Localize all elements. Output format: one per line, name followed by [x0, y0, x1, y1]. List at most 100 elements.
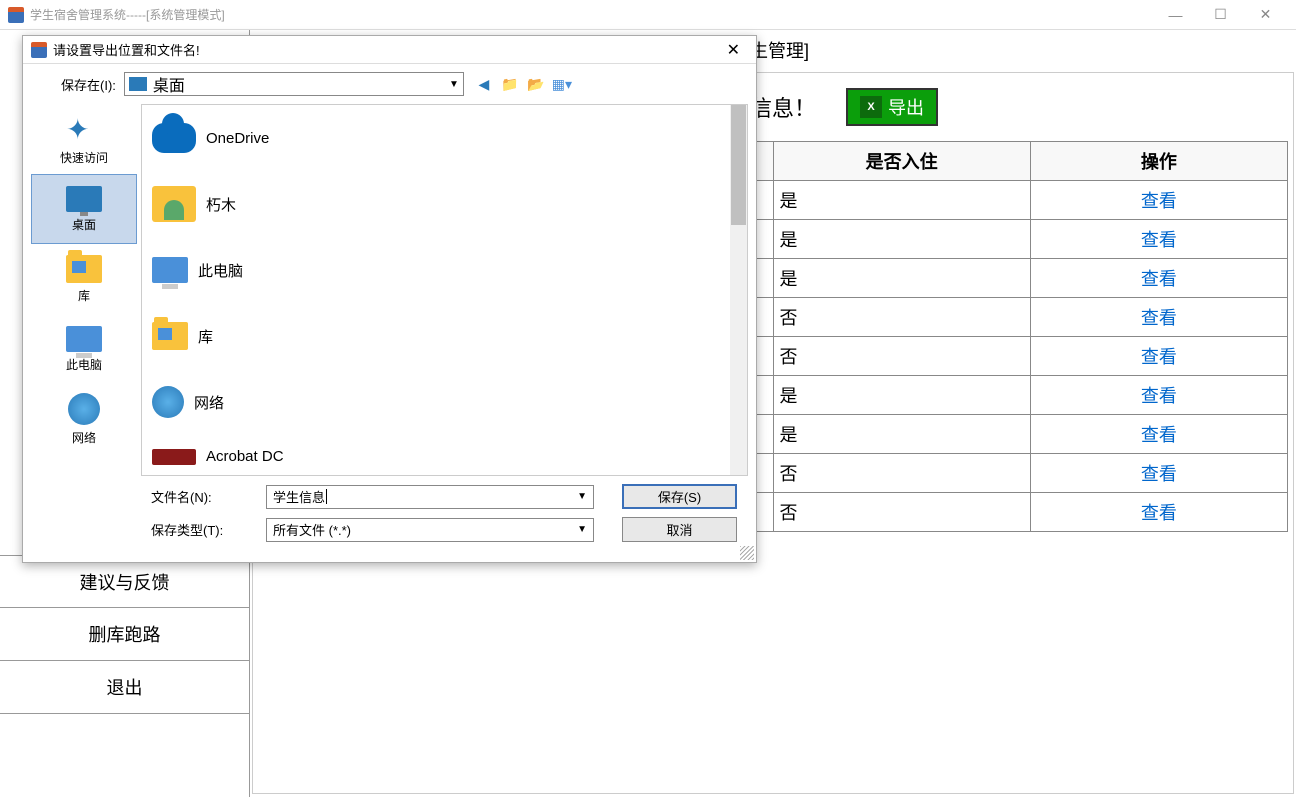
save-in-value: 桌面 — [153, 72, 185, 96]
file-item-onedrive[interactable]: OneDrive — [142, 105, 747, 171]
cell-checkedin: 是 — [773, 376, 1030, 415]
cell-action: 查看 — [1030, 220, 1287, 259]
place-libraries[interactable]: 库 — [31, 244, 137, 314]
view-link[interactable]: 查看 — [1141, 425, 1177, 445]
user-folder-icon — [152, 186, 196, 222]
save-dialog: 请设置导出位置和文件名! ✕ 保存在(I): 桌面 ▼ ◀ 📁 📂 ▦▾ ✦ 快… — [22, 35, 757, 563]
main-window-title: 学生宿舍管理系统-----[系统管理模式] — [30, 6, 225, 23]
pc-icon — [152, 257, 188, 283]
filename-input[interactable]: 学生信息 ▼ — [266, 485, 594, 509]
scrollbar-thumb[interactable] — [731, 105, 746, 225]
window-controls: — ☐ ✕ — [1153, 0, 1288, 30]
resize-grip[interactable] — [740, 546, 754, 560]
filetype-value: 所有文件 (*.*) — [273, 520, 351, 539]
desktop-icon — [129, 77, 147, 91]
col-checkedin: 是否入住 — [773, 142, 1030, 181]
java-icon — [31, 42, 47, 58]
file-item-acrobat[interactable]: Acrobat DC — [142, 435, 747, 465]
file-item-network[interactable]: 网络 — [142, 369, 747, 435]
main-titlebar: 学生宿舍管理系统-----[系统管理模式] — ☐ ✕ — [0, 0, 1296, 30]
dialog-titlebar: 请设置导出位置和文件名! ✕ — [23, 36, 756, 64]
file-name: OneDrive — [206, 130, 269, 147]
file-name: 网络 — [194, 392, 224, 413]
star-icon: ✦ — [66, 113, 102, 145]
scrollbar[interactable] — [730, 105, 747, 475]
save-button[interactable]: 保存(S) — [622, 484, 737, 509]
file-name: 此电脑 — [198, 260, 243, 281]
file-item-this-pc[interactable]: 此电脑 — [142, 237, 747, 303]
cell-checkedin: 否 — [773, 337, 1030, 376]
folder-icon — [152, 322, 188, 350]
filetype-label: 保存类型(T): — [151, 520, 266, 539]
col-action: 操作 — [1030, 142, 1287, 181]
view-link[interactable]: 查看 — [1141, 464, 1177, 484]
export-button-label: 导出 — [888, 94, 924, 120]
file-name: 库 — [198, 326, 213, 347]
view-link[interactable]: 查看 — [1141, 191, 1177, 211]
sidebar-item-exit[interactable]: 退出 — [0, 661, 249, 714]
filename-row: 文件名(N): 学生信息 ▼ 保存(S) — [151, 484, 744, 509]
view-link[interactable]: 查看 — [1141, 347, 1177, 367]
sidebar-item-drop-db[interactable]: 删库跑路 — [0, 608, 249, 661]
place-label: 库 — [78, 287, 90, 304]
cancel-button[interactable]: 取消 — [622, 517, 737, 542]
acrobat-icon — [152, 449, 196, 465]
dialog-body: 保存在(I): 桌面 ▼ ◀ 📁 📂 ▦▾ ✦ 快速访问 — [23, 64, 756, 562]
place-label: 桌面 — [72, 216, 96, 233]
content-title: 生管理] — [750, 37, 809, 63]
chevron-down-icon: ▼ — [577, 524, 587, 535]
file-item-user[interactable]: 朽木 — [142, 171, 747, 237]
file-name: 朽木 — [206, 194, 236, 215]
cell-action: 查看 — [1030, 181, 1287, 220]
view-link[interactable]: 查看 — [1141, 308, 1177, 328]
place-quick-access[interactable]: ✦ 快速访问 — [31, 104, 137, 174]
file-item-libraries[interactable]: 库 — [142, 303, 747, 369]
close-button[interactable]: ✕ — [1243, 0, 1288, 30]
cell-action: 查看 — [1030, 415, 1287, 454]
cell-checkedin: 是 — [773, 415, 1030, 454]
chevron-down-icon: ▼ — [577, 491, 587, 502]
export-button[interactable]: X 导出 — [846, 88, 938, 126]
file-name: Acrobat DC — [206, 448, 284, 465]
new-folder-icon[interactable]: 📂 — [526, 74, 546, 94]
filetype-combo[interactable]: 所有文件 (*.*) ▼ — [266, 518, 594, 542]
desktop-icon — [66, 186, 102, 212]
minimize-button[interactable]: — — [1153, 0, 1198, 30]
text-cursor — [326, 489, 327, 504]
place-network[interactable]: 网络 — [31, 384, 137, 454]
folder-icon — [66, 255, 102, 283]
cloud-icon — [152, 123, 196, 153]
globe-icon — [68, 393, 100, 425]
file-list[interactable]: OneDrive 朽木 此电脑 库 网络 — [141, 104, 748, 476]
browser-area: ✦ 快速访问 桌面 库 此电脑 网络 — [31, 104, 748, 476]
view-link[interactable]: 查看 — [1141, 503, 1177, 523]
cell-checkedin: 否 — [773, 493, 1030, 532]
up-icon[interactable]: 📁 — [500, 74, 520, 94]
cell-action: 查看 — [1030, 454, 1287, 493]
cell-checkedin: 否 — [773, 298, 1030, 337]
dialog-title: 请设置导出位置和文件名! — [53, 40, 200, 59]
save-in-label: 保存在(I): — [61, 75, 116, 94]
back-icon[interactable]: ◀ — [474, 74, 494, 94]
view-link[interactable]: 查看 — [1141, 269, 1177, 289]
save-in-row: 保存在(I): 桌面 ▼ ◀ 📁 📂 ▦▾ — [31, 72, 748, 96]
globe-icon — [152, 386, 184, 418]
place-desktop[interactable]: 桌面 — [31, 174, 137, 244]
filename-value: 学生信息 — [273, 487, 325, 506]
cell-checkedin: 是 — [773, 181, 1030, 220]
view-menu-icon[interactable]: ▦▾ — [552, 74, 572, 94]
filename-label: 文件名(N): — [151, 487, 266, 506]
view-link[interactable]: 查看 — [1141, 386, 1177, 406]
dialog-toolbar: ◀ 📁 📂 ▦▾ — [474, 74, 572, 94]
cell-checkedin: 是 — [773, 259, 1030, 298]
filetype-row: 保存类型(T): 所有文件 (*.*) ▼ 取消 — [151, 517, 744, 542]
dialog-close-button[interactable]: ✕ — [719, 40, 748, 60]
place-this-pc[interactable]: 此电脑 — [31, 314, 137, 384]
maximize-button[interactable]: ☐ — [1198, 0, 1243, 30]
chevron-down-icon: ▼ — [449, 79, 459, 90]
view-link[interactable]: 查看 — [1141, 230, 1177, 250]
save-in-combo[interactable]: 桌面 ▼ — [124, 72, 464, 96]
excel-icon: X — [860, 96, 882, 118]
cell-action: 查看 — [1030, 298, 1287, 337]
place-label: 网络 — [72, 429, 96, 446]
